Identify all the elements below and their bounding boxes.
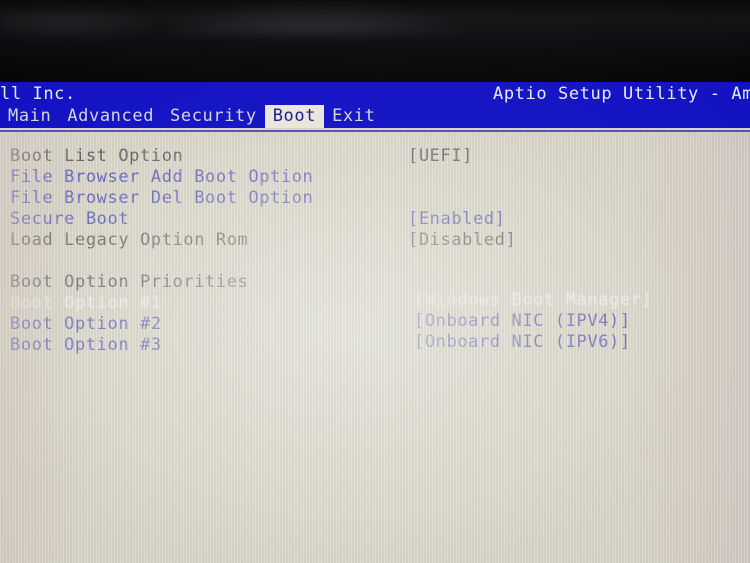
setting-label-file-browser-del-boot-option[interactable]: File Browser Del Boot Option [10,188,313,209]
bezel-glare-highlight [150,0,480,34]
setting-label-boot-list-option[interactable]: Boot List Option [10,146,183,167]
tab-security[interactable]: Security [162,105,265,128]
boot-option-2-value[interactable]: [Onboard NIC (IPV4)] [414,311,631,332]
bezel-glare-highlight-secondary [0,8,160,34]
setting-value-secure-boot[interactable]: [Enabled] [408,209,506,230]
tab-exit[interactable]: Exit [324,105,383,128]
boot-option-2-label[interactable]: Boot Option #2 [10,314,162,335]
setting-label-secure-boot[interactable]: Secure Boot [10,209,129,230]
setting-value-load-legacy-option-rom[interactable]: [Disabled] [408,230,516,251]
vendor-name-label: ll Inc. [0,84,76,104]
tab-main[interactable]: Main [0,105,59,128]
boot-option-priorities-heading: Boot Option Priorities [10,272,249,292]
setting-label-load-legacy-option-rom[interactable]: Load Legacy Option Rom [10,230,248,251]
monitor-bezel [0,0,750,82]
tab-boot[interactable]: Boot [264,105,325,128]
boot-option-3-label[interactable]: Boot Option #3 [10,335,162,356]
setting-label-file-browser-add-boot-option[interactable]: File Browser Add Boot Option [10,167,313,188]
boot-option-3-value[interactable]: [Onboard NIC (IPV6)] [414,332,631,353]
menu-tab-bar: Main Advanced Security Boot Exit [0,105,383,128]
settings-panel: Boot List Option File Browser Add Boot O… [0,132,750,563]
bios-setup-screen: ll Inc. Aptio Setup Utility - Ameri Main… [0,0,750,563]
boot-option-1-value[interactable]: [Windows Boot Manager] [414,290,652,311]
setup-utility-title: Aptio Setup Utility - Ameri [493,84,750,104]
setting-value-boot-list-option[interactable]: [UEFI] [408,146,473,167]
boot-option-1-label[interactable]: Boot Option #1 [10,293,162,314]
tab-advanced[interactable]: Advanced [59,105,162,128]
